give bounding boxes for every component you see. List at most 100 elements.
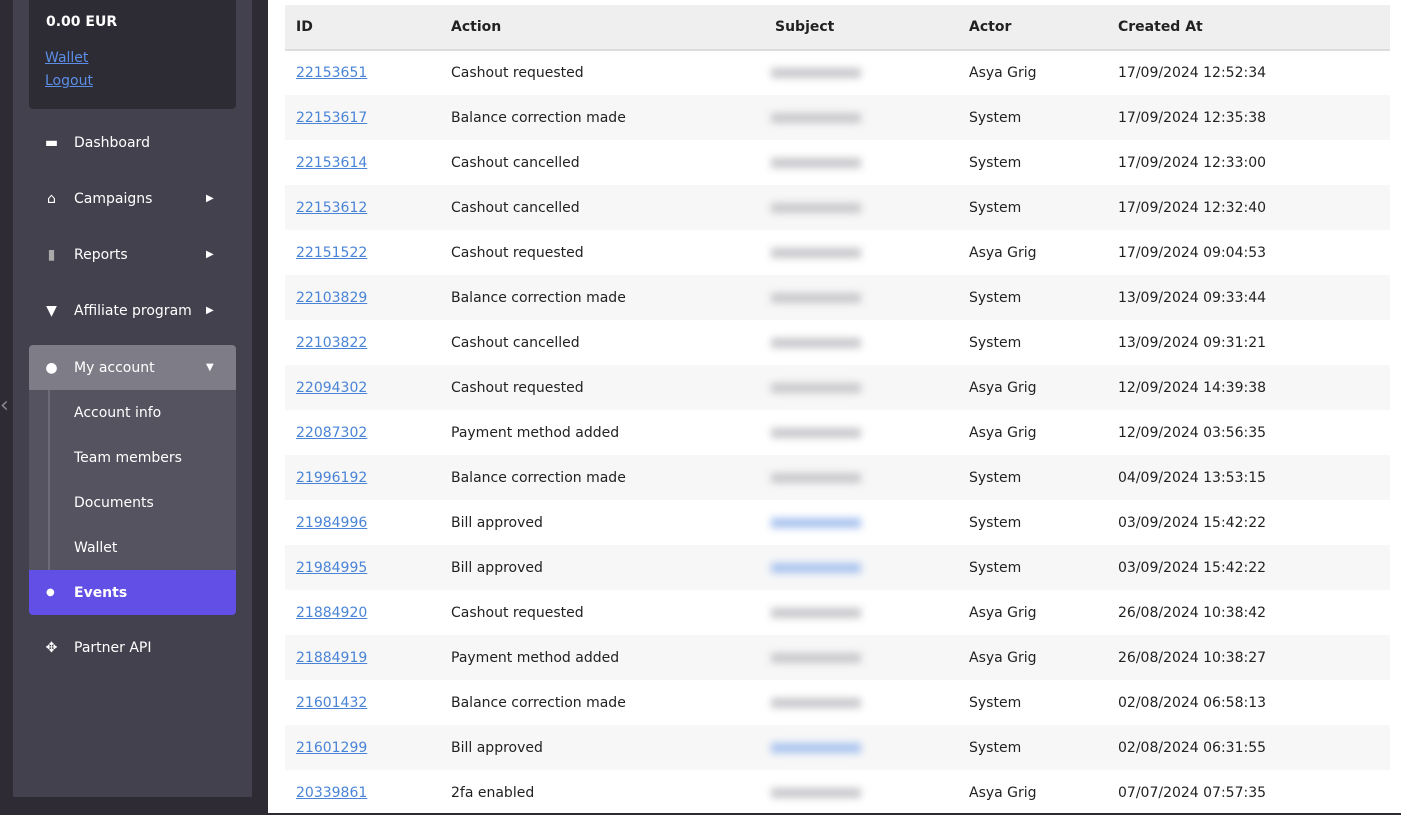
subject-cell (764, 725, 958, 770)
event-id-link[interactable]: 21884920 (296, 605, 367, 621)
created-at-cell: 26/08/2024 10:38:42 (1118, 604, 1267, 621)
blurred-subject (771, 292, 861, 303)
event-id-link[interactable]: 20339861 (296, 785, 367, 801)
created-at-cell: 13/09/2024 09:31:21 (1118, 334, 1267, 351)
submenu-line (48, 390, 50, 570)
event-id-link[interactable]: 22153614 (296, 155, 367, 171)
nav-label: Events (74, 584, 128, 601)
action-cell: Cashout cancelled (440, 185, 764, 230)
actor-cell: System (958, 455, 1107, 500)
bullet-icon: ● (46, 587, 55, 598)
actor-cell: System (969, 514, 1022, 531)
nav-affiliate-program[interactable]: ▼ Affiliate program ▶ (29, 288, 236, 333)
table-row: 22151522 Cashout requested Asya Grig 17/… (285, 230, 1390, 275)
nav-campaigns[interactable]: ⌂ Campaigns ▶ (29, 176, 236, 221)
nav-my-account[interactable]: ● My account ▼ (29, 345, 236, 390)
table-row: 20339861 2fa enabled Asya Grig 07/07/202… (285, 770, 1390, 815)
created-at-cell: 17/09/2024 12:32:40 (1107, 185, 1390, 230)
table-row: 22153614 Cashout cancelled System 17/09/… (285, 140, 1390, 185)
column-header: Action (440, 5, 764, 51)
action-cell: Cashout requested (451, 604, 584, 621)
subject-cell (764, 545, 958, 590)
actor-cell: System (969, 154, 1022, 171)
blurred-subject (771, 517, 861, 528)
table-row: 22153651 Cashout requested Asya Grig 17/… (285, 50, 1390, 95)
blurred-subject (771, 652, 861, 663)
blurred-subject (771, 607, 861, 618)
nav-account-info[interactable]: Account info (29, 390, 236, 435)
nav-wallet[interactable]: Wallet (29, 525, 236, 570)
event-id-link[interactable]: 22151522 (296, 245, 367, 261)
blurred-subject (771, 427, 861, 438)
id-cell: 22153617 (285, 95, 440, 140)
action-cell: Payment method added (440, 635, 764, 680)
event-id-link[interactable]: 21601432 (296, 695, 367, 711)
wallet-link[interactable]: Wallet (45, 50, 88, 66)
id-cell: 21884919 (285, 635, 440, 680)
action-cell: Balance correction made (440, 275, 764, 320)
column-header: Subject (764, 5, 958, 51)
nav-reports[interactable]: ▮ Reports ▶ (29, 232, 236, 277)
created-at-cell: 03/09/2024 15:42:22 (1107, 545, 1390, 590)
dashboard-icon: ▬ (44, 134, 59, 151)
events-table: ID Action Subject Actor Created At 22153651 … (285, 5, 1390, 815)
action-cell: Bill approved (440, 725, 764, 770)
created-at-cell: 17/09/2024 09:04:53 (1118, 244, 1267, 261)
table-row: 21984995 Bill approved System 03/09/2024… (285, 545, 1390, 590)
event-id-link[interactable]: 21996192 (296, 470, 367, 486)
action-cell: Cashout cancelled (451, 334, 580, 351)
table-row: 21996192 Balance correction made System … (285, 455, 1390, 500)
nav-documents[interactable]: Documents (29, 480, 236, 525)
event-id-link[interactable]: 21984995 (296, 560, 367, 576)
actor-cell: Asya Grig (969, 784, 1037, 801)
created-at-cell: 17/09/2024 12:33:00 (1118, 154, 1267, 171)
actor-cell: Asya Grig (969, 65, 1037, 81)
created-at-cell: 02/08/2024 06:31:55 (1107, 725, 1390, 770)
blurred-subject (771, 562, 861, 573)
actor-cell: Asya Grig (969, 424, 1037, 441)
event-id-link[interactable]: 22153617 (296, 110, 367, 126)
nav-dashboard[interactable]: ▬ Dashboard (29, 120, 236, 165)
action-cell: Cashout cancelled (451, 154, 580, 171)
event-id-link[interactable]: 21984996 (296, 515, 367, 531)
event-id-link[interactable]: 22103822 (296, 335, 367, 351)
event-id-link[interactable]: 21884919 (296, 650, 367, 666)
id-cell: 22103822 (285, 320, 440, 365)
subject-cell (764, 500, 958, 545)
table-row: 21601299 Bill approved System 02/08/2024… (285, 725, 1390, 770)
action-cell: Bill approved (451, 514, 543, 531)
blurred-subject (771, 112, 861, 123)
created-at-cell: 17/09/2024 12:35:38 (1107, 95, 1390, 140)
nav-team-members[interactable]: Team members (29, 435, 236, 480)
blurred-subject (771, 247, 861, 258)
action-cell: Cashout requested (451, 244, 584, 261)
nav-events[interactable]: ● Events (29, 570, 236, 615)
action-cell: Bill approved (440, 545, 764, 590)
event-id-link[interactable]: 22094302 (296, 380, 367, 396)
table-row: 22103822 Cashout cancelled System 13/09/… (285, 320, 1390, 365)
created-at-cell: 13/09/2024 09:33:44 (1107, 275, 1390, 320)
nav-partner-api[interactable]: ✥ Partner API (29, 625, 236, 670)
event-id-link[interactable]: 21601299 (296, 740, 367, 756)
event-id-link[interactable]: 22103829 (296, 290, 367, 306)
id-cell: 20339861 (285, 770, 440, 815)
nav-label: Campaigns (74, 190, 153, 207)
blurred-subject (771, 382, 861, 393)
id-cell: 22151522 (285, 230, 440, 275)
logout-link[interactable]: Logout (45, 73, 93, 89)
table-row: 21984996 Bill approved System 03/09/2024… (285, 500, 1390, 545)
subject-cell (764, 680, 958, 725)
event-id-link[interactable]: 22153651 (296, 65, 367, 81)
blurred-subject (771, 337, 861, 348)
id-cell: 22094302 (285, 365, 440, 410)
table-row: 21884920 Cashout requested Asya Grig 26/… (285, 590, 1390, 635)
id-cell: 21984996 (285, 500, 440, 545)
event-id-link[interactable]: 22087302 (296, 425, 367, 441)
nav-label: My account (74, 359, 155, 376)
chevron-right-icon: ▶ (206, 193, 214, 204)
actor-cell: System (958, 95, 1107, 140)
chevron-down-icon: ▼ (206, 362, 214, 373)
user-icon: ● (45, 359, 58, 376)
collapse-sidebar-icon[interactable]: ‹ (0, 393, 9, 418)
event-id-link[interactable]: 22153612 (296, 200, 367, 216)
